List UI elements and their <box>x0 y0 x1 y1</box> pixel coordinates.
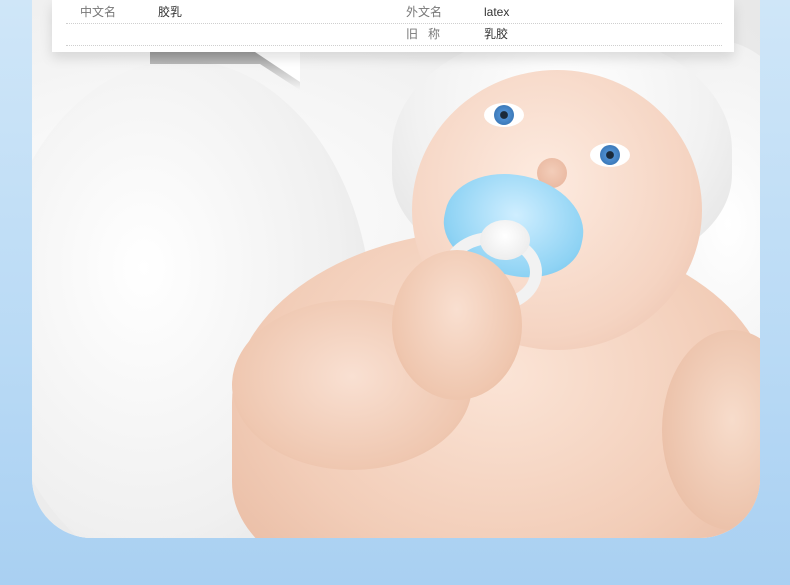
field-value-foreign-name: latex <box>484 5 510 19</box>
baby-photo <box>32 0 760 538</box>
baby-eye-right <box>590 143 630 167</box>
field-label-chinese-name: 中文名 <box>80 5 117 19</box>
baby-hand <box>392 250 522 400</box>
photo-frame <box>32 0 760 538</box>
field-value-former-name: 乳胶 <box>484 27 509 41</box>
card-pointer <box>150 52 300 90</box>
info-row: 中文名 胶乳 外文名 latex <box>66 1 722 24</box>
baby-eye-left <box>484 103 524 127</box>
field-label-foreign-name: 外文名 <box>406 5 443 19</box>
field-label-former-name: 旧 称 <box>406 27 441 41</box>
field-value-chinese-name: 胶乳 <box>158 5 183 19</box>
pacifier-button <box>480 220 530 260</box>
info-row: 旧 称 乳胶 <box>66 23 722 46</box>
info-card: 中文名 胶乳 外文名 latex 旧 称 乳胶 <box>52 0 734 52</box>
